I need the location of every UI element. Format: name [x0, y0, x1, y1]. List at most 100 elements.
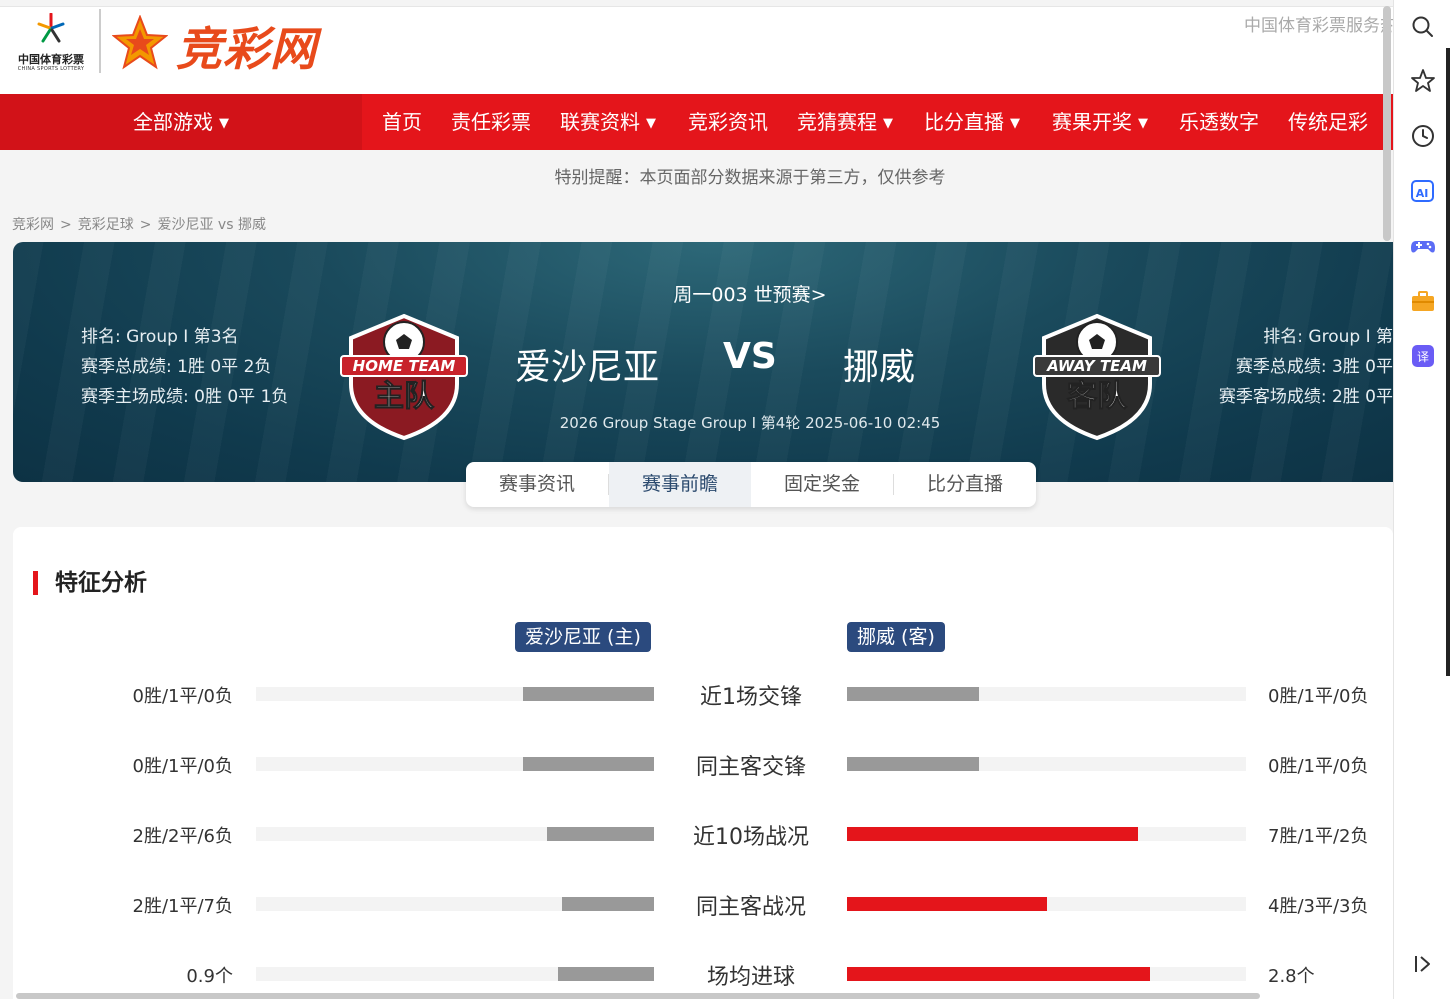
- toolbox-icon[interactable]: [1410, 288, 1436, 314]
- away-badge-top-text: AWAY TEAM: [1046, 357, 1147, 375]
- nav-all-games[interactable]: 全部游戏 ▼: [0, 94, 362, 150]
- away-team-name: 挪威: [843, 347, 916, 388]
- nav-item-live-score[interactable]: 比分直播 ▼: [924, 94, 1020, 150]
- home-team-tag: 爱沙尼亚 (主): [515, 622, 651, 652]
- home-value: 2胜/1平/7负: [132, 896, 234, 917]
- translate-icon[interactable]: 译: [1410, 343, 1436, 369]
- row-label: 同主客交锋: [695, 755, 806, 780]
- logo-divider: [99, 9, 101, 73]
- home-badge-top-text: HOME TEAM: [353, 357, 456, 375]
- away-bar-track: [847, 897, 1246, 911]
- breadcrumb-home[interactable]: 竞彩网: [12, 217, 54, 233]
- caret-down-icon: ▼: [1138, 116, 1148, 131]
- vertical-scrollbar[interactable]: [1383, 6, 1391, 241]
- star-icon[interactable]: [1410, 68, 1436, 94]
- svg-text:译: 译: [1417, 350, 1429, 364]
- lottery-star-icon: [37, 13, 65, 43]
- ai-icon[interactable]: AI: [1410, 178, 1436, 204]
- tab-match-news[interactable]: 赛事资讯: [466, 462, 608, 507]
- nav-item-traditional-football[interactable]: 传统足彩: [1288, 94, 1368, 150]
- feature-analysis-panel: 特征分析 爱沙尼亚 (主) 挪威 (客) 0胜/1平/0负 近1场交锋 0胜/1平/…: [13, 527, 1393, 999]
- comparison-row: 0胜/1平/0负 近1场交锋 0胜/1平/0负: [13, 674, 1393, 714]
- nav-item-news[interactable]: 竞彩资讯: [688, 94, 768, 150]
- home-bar-fill: [558, 967, 654, 981]
- service-hotline-text: 中国体育彩票服务热: [1244, 16, 1393, 36]
- nav-item-league-data[interactable]: 联赛资料 ▼: [560, 94, 656, 150]
- browser-sidebar: AI 译: [1393, 0, 1450, 999]
- breadcrumb-football[interactable]: 竞彩足球: [78, 217, 134, 233]
- away-value: 0胜/1平/0负: [1268, 686, 1369, 707]
- comparison-row: 2胜/2平/6负 近10场战况 7胜/1平/2负: [13, 814, 1393, 854]
- nav-item-schedule[interactable]: 竞猜赛程 ▼: [797, 94, 893, 150]
- comparison-row: 2胜/1平/7负 同主客战况 4胜/3平/3负: [13, 884, 1393, 924]
- home-value: 0.9个: [186, 966, 233, 987]
- caret-down-icon: ▼: [1010, 116, 1020, 131]
- home-bar-track: [256, 687, 654, 701]
- notice-text: 特别提醒：本页面部分数据来源于第三方，仅供参考: [554, 168, 946, 188]
- away-bar-track: [847, 687, 1246, 701]
- match-meta: 2026 Group Stage Group I 第4轮 2025-06-10 …: [559, 414, 941, 432]
- tab-match-preview[interactable]: 赛事前瞻: [609, 462, 751, 507]
- comparison-row: 0.9个 场均进球 2.8个: [13, 954, 1393, 994]
- home-bar-fill: [522, 687, 654, 701]
- svg-text:AI: AI: [1416, 187, 1429, 200]
- horizontal-scrollbar[interactable]: [16, 993, 1260, 999]
- versus-label: VS: [723, 336, 777, 377]
- home-home-record: 赛季主场成绩: 0胜 0平 1负: [81, 387, 289, 407]
- tab-live-score[interactable]: 比分直播: [894, 462, 1036, 507]
- section-title: 特征分析: [33, 571, 147, 595]
- main-nav: 全部游戏 ▼ 首页 责任彩票 联赛资料 ▼ 竞彩资讯 竞猜赛程 ▼ 比分直播 ▼ 赛果开…: [0, 94, 1393, 150]
- game-controller-icon[interactable]: [1410, 233, 1436, 259]
- nav-item-label: 赛果开奖: [1052, 110, 1132, 134]
- home-team-name: 爱沙尼亚: [515, 347, 660, 388]
- nav-item-results[interactable]: 赛果开奖 ▼: [1052, 94, 1148, 150]
- home-value: 2胜/2平/6负: [132, 826, 234, 847]
- breadcrumb-current: 爱沙尼亚 vs 挪威: [157, 217, 266, 233]
- page-viewport: 中国体育彩票 CHINA SPORTS LOTTERY 竞彩网 中国体育彩票服务…: [0, 0, 1393, 999]
- window-edge: [1446, 48, 1450, 676]
- nav-item-home[interactable]: 首页: [382, 94, 422, 150]
- home-bar-fill: [562, 897, 654, 911]
- home-value: 0胜/1平/0负: [132, 686, 234, 707]
- home-rank: 排名: Group I 第3名: [81, 327, 239, 347]
- caret-down-icon: ▼: [883, 116, 893, 131]
- away-bar-fill: [847, 757, 979, 771]
- nav-item-lotto-numbers[interactable]: 乐透数字: [1179, 94, 1259, 150]
- row-label: 同主客战况: [695, 895, 806, 920]
- search-icon[interactable]: [1410, 14, 1436, 40]
- china-sports-lottery-logo[interactable]: 中国体育彩票 CHINA SPORTS LOTTERY: [10, 11, 92, 75]
- home-bar-track: [256, 967, 654, 981]
- lottery-logo-en: CHINA SPORTS LOTTERY: [17, 66, 85, 72]
- away-bar-track: [847, 967, 1246, 981]
- away-bar-fill: [847, 967, 1151, 981]
- nav-item-label: 传统足彩: [1288, 110, 1368, 134]
- caret-down-icon: ▼: [646, 116, 656, 131]
- nav-item-label: 联赛资料: [560, 110, 640, 134]
- home-season-record: 赛季总成绩: 1胜 0平 2负: [81, 357, 272, 377]
- nav-item-label: 比分直播: [924, 110, 1004, 134]
- breadcrumb-separator: >: [60, 217, 72, 233]
- brand-logo[interactable]: 竞彩网: [110, 11, 350, 76]
- expand-sidebar-icon[interactable]: [1410, 951, 1436, 977]
- nav-all-games-label: 全部游戏: [133, 110, 213, 134]
- away-team-tag: 挪威 (客): [847, 622, 945, 652]
- brand-star-icon: [112, 15, 168, 70]
- brand-name: 竞彩网: [176, 22, 317, 76]
- away-value: 7胜/1平/2负: [1268, 826, 1369, 847]
- row-label: 近10场战况: [693, 825, 809, 850]
- nav-item-responsible-lottery[interactable]: 责任彩票: [451, 94, 531, 150]
- tab-fixed-odds[interactable]: 固定奖金: [751, 462, 893, 507]
- nav-item-label: 竞猜赛程: [797, 110, 877, 134]
- match-tabs: 赛事资讯 赛事前瞻 固定奖金 比分直播: [466, 462, 1036, 507]
- site-header: 中国体育彩票 CHINA SPORTS LOTTERY 竞彩网 中国体育彩票服务…: [0, 6, 1393, 94]
- history-icon[interactable]: [1410, 123, 1436, 149]
- home-bar-fill: [522, 757, 654, 771]
- away-away-record: 赛季客场成绩: 2胜 0平: [1218, 387, 1393, 407]
- away-bar-track: [847, 827, 1246, 841]
- match-label-link[interactable]: 周一003 世预赛>: [13, 280, 1393, 307]
- away-bar-track: [847, 757, 1246, 771]
- home-value: 0胜/1平/0负: [132, 756, 234, 777]
- home-team-stats: 排名: Group I 第3名 赛季总成绩: 1胜 0平 2负 赛季主场成绩: …: [81, 322, 288, 412]
- nav-item-label: 竞彩资讯: [688, 110, 768, 134]
- comparison-row: 0胜/1平/0负 同主客交锋 0胜/1平/0负: [13, 744, 1393, 784]
